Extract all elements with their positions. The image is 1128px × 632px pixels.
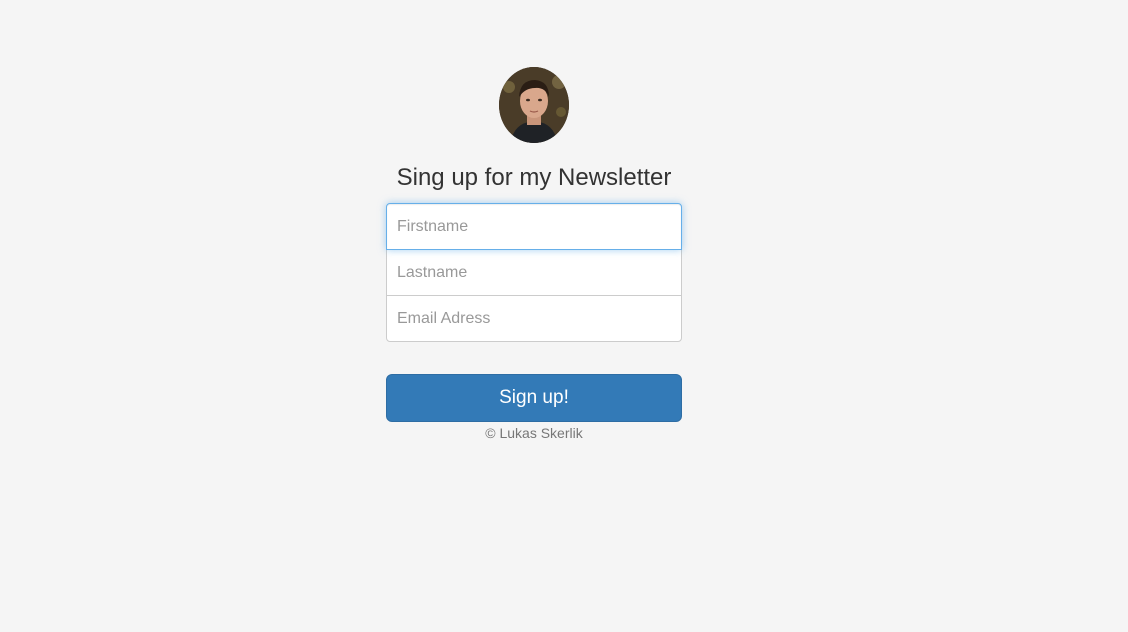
copyright-text: © Lukas Skerlik [485,425,583,441]
firstname-input[interactable] [386,203,682,250]
avatar [499,67,569,143]
signup-button[interactable]: Sign up! [386,374,682,422]
profile-photo [499,67,569,143]
email-input[interactable] [386,295,682,342]
lastname-input[interactable] [386,249,682,296]
form-heading: Sing up for my Newsletter [396,164,672,191]
